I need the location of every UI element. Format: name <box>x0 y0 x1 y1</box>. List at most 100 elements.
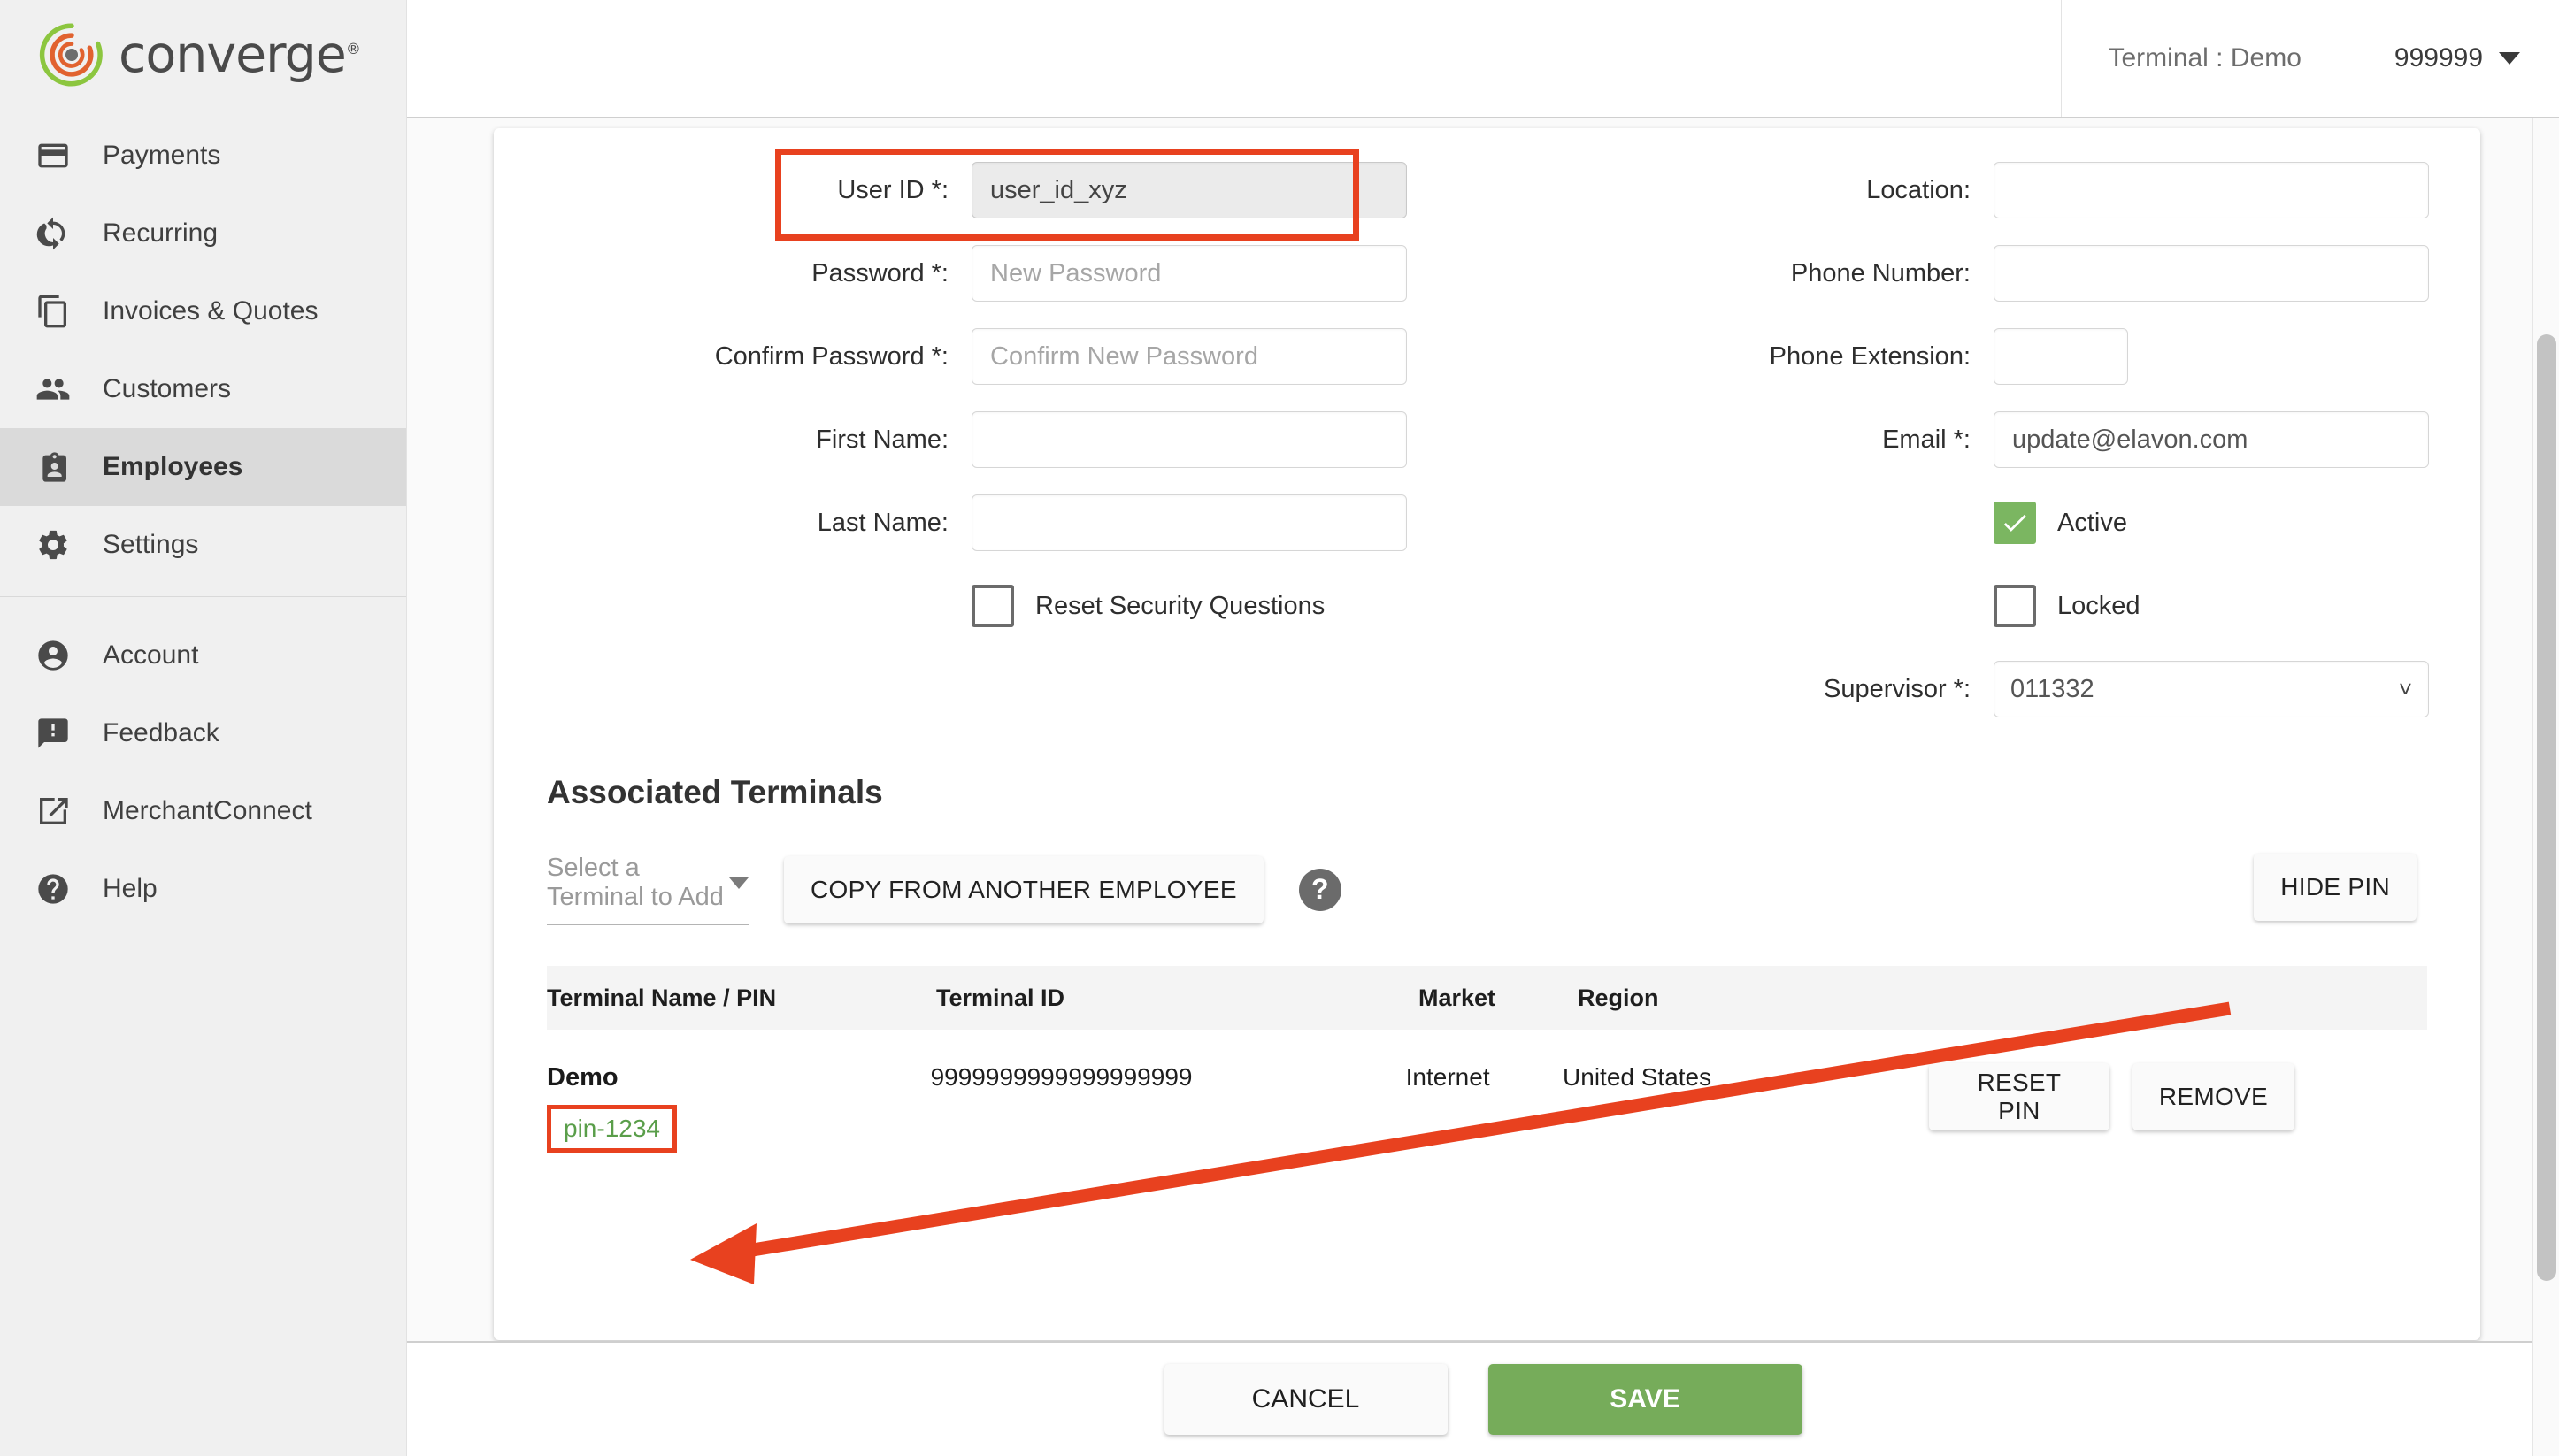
field-row-last-name: Last Name: <box>494 494 1485 551</box>
phone-number-input[interactable] <box>1994 245 2429 302</box>
employee-form-card: User ID *: Password *: Confirm Password … <box>494 128 2480 1340</box>
terminal-add-select[interactable]: Select a Terminal to Add <box>547 854 749 925</box>
cell-row-actions: RESET PIN REMOVE <box>1929 1063 2427 1130</box>
field-row-location: Location: <box>1485 162 2476 218</box>
sidebar-item-label: Payments <box>103 141 220 171</box>
user-id-label: User ID *: <box>494 176 972 205</box>
column-header-terminal-id: Terminal ID <box>936 985 1418 1012</box>
sidebar-item-account[interactable]: Account <box>0 617 406 694</box>
phone-extension-label: Phone Extension: <box>1485 342 1994 372</box>
supervisor-select[interactable]: 011332 ˅ <box>1994 661 2429 717</box>
merchant-selector[interactable]: 999999 <box>2348 0 2559 117</box>
field-row-confirm-password: Confirm Password *: <box>494 328 1485 385</box>
sidebar-item-label: MerchantConnect <box>103 796 312 826</box>
email-label: Email *: <box>1485 425 1994 455</box>
sidebar-item-invoices-quotes[interactable]: Invoices & Quotes <box>0 272 406 350</box>
refresh-cycle-icon <box>34 214 73 253</box>
password-label: Password *: <box>494 259 972 288</box>
chevron-down-icon: ˅ <box>2399 676 2412 703</box>
field-row-reset-security: Reset Security Questions <box>494 578 1485 634</box>
field-row-active: Active <box>1485 494 2476 551</box>
save-button[interactable]: SAVE <box>1488 1364 1802 1435</box>
cell-terminal-id: 9999999999999999999 <box>931 1063 1406 1092</box>
sidebar-item-payments[interactable]: Payments <box>0 117 406 195</box>
registered-mark: ® <box>346 41 360 58</box>
terminals-table: Terminal Name / PIN Terminal ID Market R… <box>547 966 2427 1153</box>
location-input[interactable] <box>1994 162 2429 218</box>
cancel-button[interactable]: CANCEL <box>1164 1364 1448 1435</box>
help-circle-icon[interactable]: ? <box>1299 869 1341 911</box>
vertical-scrollbar-thumb[interactable] <box>2537 334 2556 1281</box>
sidebar-item-label: Invoices & Quotes <box>103 296 318 326</box>
converge-logo-icon <box>37 20 106 89</box>
merchant-id-label: 999999 <box>2394 43 2483 73</box>
sidebar-item-merchantconnect[interactable]: MerchantConnect <box>0 772 406 850</box>
top-bar: Terminal : Demo 999999 <box>407 0 2559 118</box>
sidebar-item-label: Help <box>103 874 158 904</box>
sidebar-item-label: Feedback <box>103 718 219 748</box>
terminal-indicator: Terminal : Demo <box>2061 0 2347 117</box>
reset-pin-button[interactable]: RESET PIN <box>1929 1063 2109 1130</box>
first-name-input[interactable] <box>972 411 1407 468</box>
reset-security-questions-checkbox[interactable]: Reset Security Questions <box>972 578 1325 634</box>
last-name-input[interactable] <box>972 494 1407 551</box>
vertical-scrollbar-track[interactable] <box>2532 118 2559 1456</box>
confirm-password-input[interactable] <box>972 328 1407 385</box>
sidebar-item-label: Account <box>103 640 198 671</box>
sidebar-item-settings[interactable]: Settings <box>0 506 406 584</box>
sidebar: converge® Payments Recurring Invoices & … <box>0 0 407 1456</box>
field-row-locked: Locked <box>1485 578 2476 634</box>
pin-highlight-box: pin-1234 <box>547 1105 677 1153</box>
table-row: Demo pin-1234 9999999999999999999 Intern… <box>547 1030 2427 1153</box>
field-row-first-name: First Name: <box>494 411 1485 468</box>
badge-person-icon <box>34 448 73 487</box>
column-header-region: Region <box>1578 985 1949 1012</box>
phone-extension-input[interactable] <box>1994 328 2128 385</box>
remove-button[interactable]: REMOVE <box>2132 1063 2294 1130</box>
pin-value[interactable]: pin-1234 <box>564 1115 660 1142</box>
location-label: Location: <box>1485 176 1994 205</box>
sidebar-item-employees[interactable]: Employees <box>0 428 406 506</box>
active-checkbox[interactable]: Active <box>1994 494 2127 551</box>
account-circle-icon <box>34 636 73 675</box>
copy-documents-icon <box>34 292 73 331</box>
first-name-label: First Name: <box>494 425 972 455</box>
gear-icon <box>34 525 73 564</box>
active-label: Active <box>2057 509 2127 538</box>
cell-terminal-name-pin: Demo pin-1234 <box>547 1063 931 1153</box>
column-header-terminal-name-pin: Terminal Name / PIN <box>547 985 936 1012</box>
hide-pin-wrapper: HIDE PIN <box>2254 854 2417 921</box>
cell-market: Internet <box>1406 1063 1563 1092</box>
column-header-market: Market <box>1418 985 1578 1012</box>
app-root: converge® Payments Recurring Invoices & … <box>0 0 2559 1456</box>
locked-label: Locked <box>2057 592 2140 621</box>
sidebar-item-label: Employees <box>103 452 242 482</box>
field-row-user-id: User ID *: <box>494 162 1485 218</box>
chevron-down-icon <box>729 877 749 889</box>
copy-from-another-employee-button[interactable]: COPY FROM ANOTHER EMPLOYEE <box>784 856 1264 923</box>
sidebar-item-recurring[interactable]: Recurring <box>0 195 406 272</box>
locked-checkbox[interactable]: Locked <box>1994 578 2140 634</box>
hide-pin-button[interactable]: HIDE PIN <box>2254 854 2417 921</box>
sidebar-divider <box>0 596 406 597</box>
confirm-password-label: Confirm Password *: <box>494 342 972 372</box>
terminal-name-value: Demo <box>547 1063 931 1092</box>
sidebar-item-feedback[interactable]: Feedback <box>0 694 406 772</box>
checkbox-box <box>1994 585 2036 627</box>
brand-logo[interactable]: converge® <box>0 0 406 110</box>
main-area: Terminal : Demo 999999 User ID *: <box>407 0 2559 1456</box>
password-input[interactable] <box>972 245 1407 302</box>
user-id-input[interactable] <box>972 162 1407 218</box>
email-input[interactable] <box>1994 411 2429 468</box>
supervisor-label: Supervisor *: <box>1485 675 1994 704</box>
field-row-phone-number: Phone Number: <box>1485 245 2476 302</box>
sidebar-item-help[interactable]: Help <box>0 850 406 928</box>
table-header-row: Terminal Name / PIN Terminal ID Market R… <box>547 966 2427 1030</box>
checkbox-box <box>972 585 1014 627</box>
field-row-password: Password *: <box>494 245 1485 302</box>
help-circle-icon <box>34 870 73 908</box>
field-row-supervisor: Supervisor *: 011332 ˅ <box>1485 661 2476 717</box>
brand-name: converge® <box>119 26 360 84</box>
form-columns: User ID *: Password *: Confirm Password … <box>494 128 2480 744</box>
sidebar-item-customers[interactable]: Customers <box>0 350 406 428</box>
